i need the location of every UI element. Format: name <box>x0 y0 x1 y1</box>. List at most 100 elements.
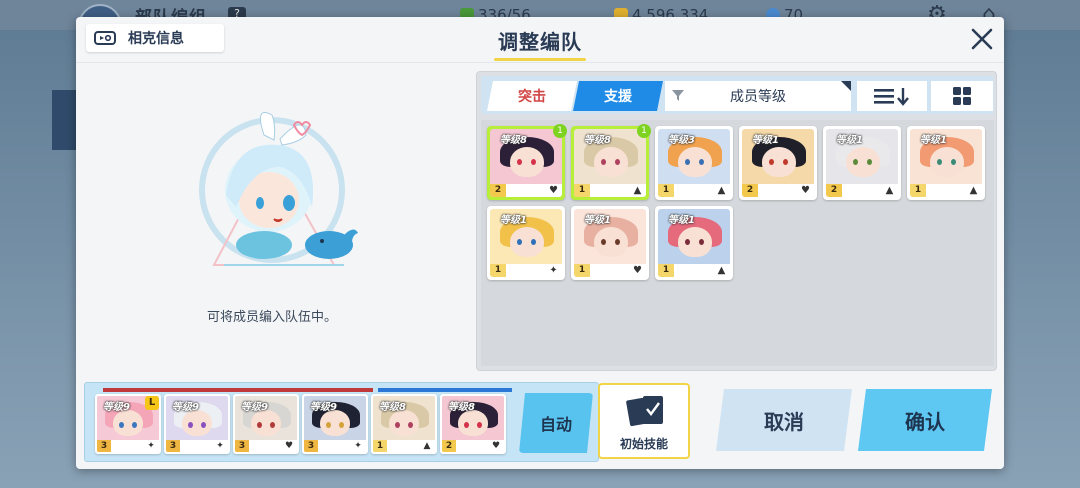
heal-icon: ♥ <box>801 185 810 196</box>
character-eye <box>464 422 469 428</box>
character-eye <box>685 239 690 245</box>
character-face <box>389 410 419 436</box>
roster-grid: 等级8 2 ♥ 1 等级8 1 ▲ 1 等级3 1 ▲ 等级1 2 ♥ 等级1 2 ▲ 等级1 1 ▲ 等级1 1 ✦ 等级1… <box>481 120 994 366</box>
star-rank-badge: 1 <box>910 184 926 197</box>
roster-card[interactable]: 等级1 2 ▲ <box>823 126 901 200</box>
grid-view-icon <box>953 87 971 105</box>
character-portrait: 等级1 1 ✦ <box>490 209 562 277</box>
background-side-panel <box>52 90 78 150</box>
character-level: 等级1 <box>500 215 527 226</box>
roster-card[interactable]: 等级1 2 ♥ <box>739 126 817 200</box>
roster-card[interactable]: 等级1 1 ▲ <box>907 126 985 200</box>
character-face <box>930 147 964 177</box>
star-rank-badge: 3 <box>235 440 249 452</box>
roster-card[interactable]: 等级1 1 ✦ <box>487 206 565 280</box>
character-eye <box>339 422 344 428</box>
team-member-card[interactable]: 等级9 3 ✦ L <box>95 394 161 454</box>
character-face <box>846 147 880 177</box>
character-portrait: 等级8 2 ♥ <box>490 129 562 197</box>
character-portrait: 等级8 1 ▲ <box>373 396 435 452</box>
character-eye <box>601 239 606 245</box>
character-level: 等级9 <box>310 402 337 413</box>
character-level: 等级8 <box>448 402 475 413</box>
confirm-button[interactable]: 确认 <box>858 389 992 451</box>
sort-order-button[interactable] <box>857 81 927 111</box>
sort-dropdown-label: 成员等级 <box>730 89 786 105</box>
support-slot-indicator <box>378 388 512 392</box>
character-eye <box>257 422 262 428</box>
auto-button[interactable]: 自动 <box>519 393 593 453</box>
team-edit-modal: 相克信息 调整编队 可将成员编入队伍中。 突击 支援 成员等级 等级8 2 ♥ … <box>76 17 1004 469</box>
team-member-card[interactable]: 等级9 3 ✦ <box>164 394 230 454</box>
filter-funnel-icon <box>672 90 684 101</box>
star-rank-badge: 1 <box>658 184 674 197</box>
cancel-button[interactable]: 取消 <box>716 389 852 451</box>
character-face <box>762 147 796 177</box>
heal-icon: ♥ <box>491 441 501 451</box>
character-eye <box>201 422 206 428</box>
support-icon: ▲ <box>885 185 894 196</box>
star-rank-badge: 3 <box>166 440 180 452</box>
character-eye <box>951 159 956 165</box>
star-rank-badge: 3 <box>304 440 318 452</box>
view-toggle-button[interactable] <box>931 81 993 111</box>
team-member-card[interactable]: 等级8 2 ♥ <box>440 394 506 454</box>
character-eye <box>132 422 137 428</box>
skill-cards-icon <box>626 396 663 427</box>
roster-card[interactable]: 等级8 1 ▲ 1 <box>571 124 651 200</box>
character-eye <box>769 159 774 165</box>
target-icon: ✦ <box>354 441 362 451</box>
character-level: 等级3 <box>668 135 695 146</box>
star-rank-badge: 2 <box>490 184 506 197</box>
character-face <box>594 147 628 177</box>
support-icon: ▲ <box>423 441 431 451</box>
character-level: 等级8 <box>500 135 527 146</box>
roster-card[interactable]: 等级1 1 ♥ <box>571 206 649 280</box>
tab-support[interactable]: 支援 <box>573 81 663 111</box>
star-rank-badge: 1 <box>373 440 387 452</box>
sort-dropdown[interactable]: 成员等级 <box>665 81 851 111</box>
character-face <box>251 410 281 436</box>
filter-bar: 突击 支援 成员等级 <box>481 76 994 114</box>
character-eye <box>937 159 942 165</box>
character-eye <box>699 159 704 165</box>
character-level: 等级1 <box>752 135 779 146</box>
character-level: 等级9 <box>241 402 268 413</box>
character-eye <box>685 159 690 165</box>
character-portrait: 等级1 1 ▲ <box>658 209 730 277</box>
character-face <box>678 147 712 177</box>
close-icon[interactable] <box>968 25 996 53</box>
dropdown-corner-icon <box>841 81 851 91</box>
character-portrait: 等级8 2 ♥ <box>442 396 504 452</box>
tab-assault[interactable]: 突击 <box>487 81 577 111</box>
character-eye <box>326 422 331 428</box>
team-member-card[interactable]: 等级9 3 ✦ <box>302 394 368 454</box>
character-level: 等级1 <box>584 215 611 226</box>
character-portrait: 等级1 1 ♥ <box>574 209 646 277</box>
initial-skill-button[interactable]: 初始技能 <box>598 383 690 459</box>
heal-icon: ♥ <box>549 185 558 196</box>
character-face <box>594 227 628 257</box>
roster-card[interactable]: 等级3 1 ▲ <box>655 126 733 200</box>
character-eye <box>270 422 275 428</box>
character-eye <box>188 422 193 428</box>
character-portrait: 等级9 3 ✦ <box>166 396 228 452</box>
mascot-illustration <box>199 112 358 266</box>
character-portrait: 等级9 3 ✦ <box>304 396 366 452</box>
roster-card[interactable]: 等级1 1 ▲ <box>655 206 733 280</box>
character-portrait: 等级1 2 ▲ <box>826 129 898 197</box>
character-level: 等级1 <box>836 135 863 146</box>
character-eye <box>783 159 788 165</box>
character-portrait: 等级8 1 ▲ <box>574 129 646 197</box>
leader-badge: L <box>145 396 159 410</box>
modal-title: 调整编队 <box>498 30 582 54</box>
character-eye <box>853 159 858 165</box>
support-icon: ▲ <box>717 185 726 196</box>
star-rank-badge: 3 <box>97 440 111 452</box>
sort-descending-icon <box>874 88 909 106</box>
roster-card[interactable]: 等级8 2 ♥ 1 <box>487 124 567 200</box>
modal-header: 相克信息 调整编队 <box>76 17 1004 63</box>
character-portrait: 等级3 1 ▲ <box>658 129 730 197</box>
team-member-card[interactable]: 等级9 3 ♥ <box>233 394 299 454</box>
team-member-card[interactable]: 等级8 1 ▲ <box>371 394 437 454</box>
